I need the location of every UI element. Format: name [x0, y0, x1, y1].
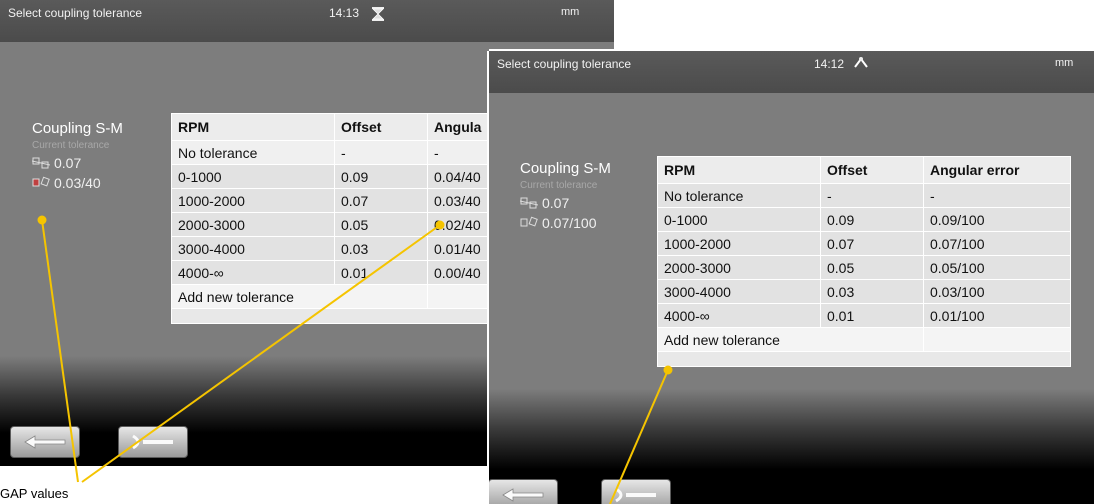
table-row[interactable]: 0-1000 0.09 0.04/40	[171, 164, 531, 189]
button-bar	[489, 389, 1094, 504]
angular-tolerance-row: 0.07/100	[520, 215, 611, 231]
cell-rpm: 2000-3000	[657, 255, 821, 280]
current-tolerance-panel: Coupling S-M Current tolerance 0.07 0.07…	[520, 160, 611, 231]
tolerance-table: RPM Offset Angula No tolerance - - 0-1000 0…	[171, 113, 531, 324]
angular-tolerance-row: 0.03/40	[32, 175, 123, 191]
cell-rpm: 3000-4000	[171, 236, 335, 261]
offset-tolerance-row: 0.07	[520, 195, 611, 211]
col-rpm: RPM	[657, 156, 821, 184]
cell-offset: -	[334, 140, 428, 165]
titlebar: Select coupling tolerance 14:13 mm	[0, 0, 614, 42]
table-row[interactable]: 4000-∞ 0.01 0.01/100	[657, 303, 1071, 328]
offset-value: 0.07	[54, 155, 82, 171]
angular-icon	[32, 176, 50, 187]
unit-label: mm	[1055, 57, 1074, 69]
table-row[interactable]: 3000-4000 0.03 0.03/100	[657, 279, 1071, 304]
table-row[interactable]: 4000-∞ 0.01 0.00/40	[171, 260, 531, 285]
clock: 14:12	[814, 57, 845, 71]
table-row[interactable]: 2000-3000 0.05 0.05/100	[657, 255, 1071, 280]
back-button[interactable]	[489, 479, 558, 504]
coupling-name: Coupling S-M	[520, 160, 611, 177]
cell-rpm: 0-1000	[171, 164, 335, 189]
back-arrow-icon	[502, 488, 544, 502]
cell-rpm: 4000-∞	[171, 260, 335, 285]
angular-value: 0.03/40	[54, 175, 101, 191]
coupling-button[interactable]	[601, 479, 671, 504]
table-row[interactable]: 2000-3000 0.05 0.02/40	[171, 212, 531, 237]
cell-rpm: 0-1000	[657, 207, 821, 232]
table-row[interactable]: 1000-2000 0.07 0.03/40	[171, 188, 531, 213]
cell-rpm: 3000-4000	[657, 279, 821, 304]
cell-rpm: 4000-∞	[657, 303, 821, 328]
offset-tolerance-row: 0.07	[32, 155, 123, 171]
back-arrow-icon	[24, 435, 66, 449]
clock: 14:13	[329, 6, 360, 20]
unit-label: mm	[561, 6, 580, 18]
coupling-icon	[132, 434, 173, 450]
screen-title: Select coupling tolerance	[8, 6, 143, 20]
laser-icon	[854, 57, 868, 68]
col-rpm: RPM	[171, 113, 335, 141]
coupling-button[interactable]	[118, 426, 188, 458]
table-row[interactable]: No tolerance - -	[171, 140, 531, 165]
cell-offset: 0.03	[820, 279, 924, 304]
offset-value: 0.07	[542, 195, 570, 211]
cell-offset: 0.03	[334, 236, 428, 261]
offset-icon	[520, 197, 538, 209]
screen-right: Select coupling tolerance 14:12 mm Coupl…	[489, 51, 1094, 504]
add-tolerance-label: Add new tolerance	[171, 284, 428, 309]
cell-offset: 0.01	[820, 303, 924, 328]
tolerance-table: RPM Offset Angular error No tolerance - - …	[657, 156, 1071, 367]
cell-offset: 0.05	[334, 212, 428, 237]
cell-offset: 0.09	[820, 207, 924, 232]
cell-angular: 0.01/100	[923, 303, 1071, 328]
cell-angular: -	[923, 183, 1071, 208]
cell-rpm: 1000-2000	[657, 231, 821, 256]
cell-rpm: No tolerance	[657, 183, 821, 208]
table-row[interactable]: No tolerance - -	[657, 183, 1071, 208]
current-tolerance-label: Current tolerance	[32, 140, 110, 151]
add-tolerance-row[interactable]: Add new tolerance	[657, 327, 1071, 352]
gap-values-caption: GAP values	[0, 486, 69, 501]
cell-offset: 0.01	[334, 260, 428, 285]
add-tolerance-row[interactable]: Add new tolerance	[171, 284, 531, 309]
current-tolerance-label: Current tolerance	[520, 180, 598, 191]
coupling-icon	[615, 487, 656, 503]
cell-offset: -	[820, 183, 924, 208]
cell-rpm: No tolerance	[171, 140, 335, 165]
cell-offset: 0.09	[334, 164, 428, 189]
add-tolerance-label: Add new tolerance	[657, 327, 924, 352]
cell-offset: 0.05	[820, 255, 924, 280]
screen-title: Select coupling tolerance	[497, 57, 632, 71]
cell-angular: 0.05/100	[923, 255, 1071, 280]
cell-angular: 0.07/100	[923, 231, 1071, 256]
cell-rpm: 2000-3000	[171, 212, 335, 237]
titlebar: Select coupling tolerance 14:12 mm	[489, 51, 1094, 93]
cell-angular: 0.03/100	[923, 279, 1071, 304]
cell-rpm: 1000-2000	[171, 188, 335, 213]
table-header: RPM Offset Angular error	[657, 156, 1071, 184]
col-offset: Offset	[820, 156, 924, 184]
back-button[interactable]	[10, 426, 80, 458]
coupling-name: Coupling S-M	[32, 120, 123, 137]
cell-angular: 0.09/100	[923, 207, 1071, 232]
offset-icon	[32, 157, 50, 169]
table-header: RPM Offset Angula	[171, 113, 531, 141]
hourglass-icon	[372, 7, 384, 21]
angular-value: 0.07/100	[542, 215, 597, 231]
col-angular: Angular error	[923, 156, 1071, 184]
angular-icon	[520, 216, 538, 227]
cell-offset: 0.07	[820, 231, 924, 256]
table-row[interactable]: 3000-4000 0.03 0.01/40	[171, 236, 531, 261]
table-row[interactable]: 0-1000 0.09 0.09/100	[657, 207, 1071, 232]
table-row[interactable]: 1000-2000 0.07 0.07/100	[657, 231, 1071, 256]
current-tolerance-panel: Coupling S-M Current tolerance 0.07 0.03…	[32, 120, 123, 191]
cell-offset: 0.07	[334, 188, 428, 213]
col-offset: Offset	[334, 113, 428, 141]
